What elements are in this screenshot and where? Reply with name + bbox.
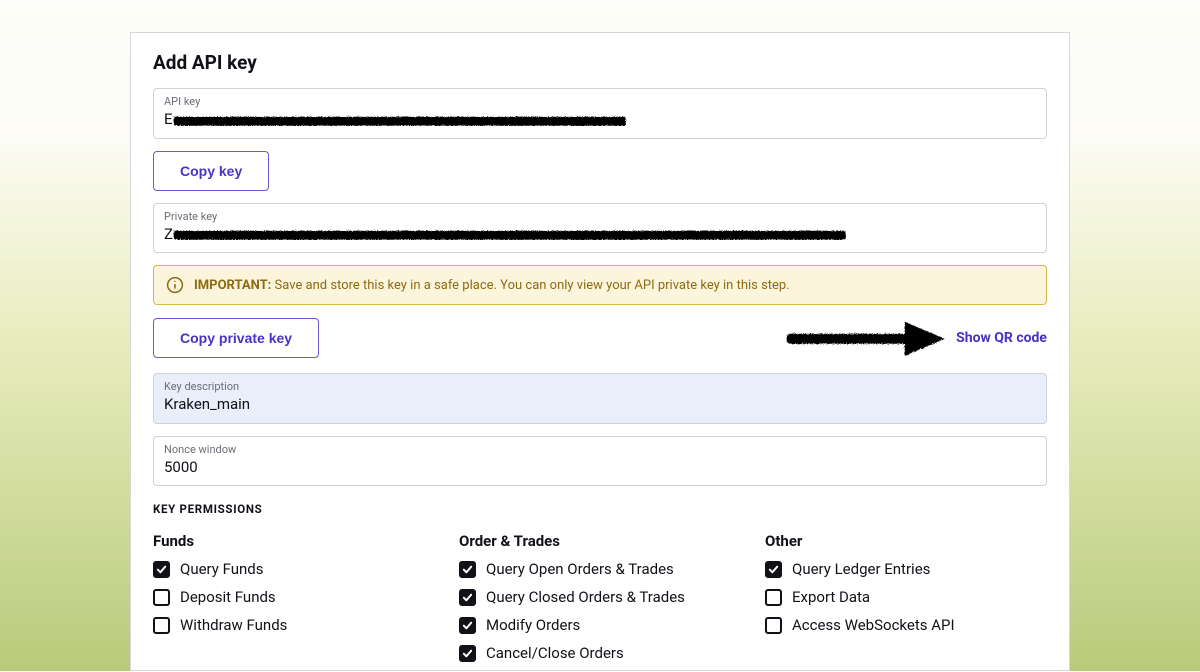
notice-body: Save and store this key in a safe place.… bbox=[275, 278, 790, 293]
permissions-col-funds: Funds Query Funds Deposit Funds Withdraw F… bbox=[153, 532, 435, 672]
permission-label: Cancel/Close Orders bbox=[486, 644, 624, 662]
notice-important: IMPORTANT: bbox=[194, 278, 271, 293]
permission-other-0[interactable]: Query Ledger Entries bbox=[765, 560, 1047, 578]
show-qr-code-link[interactable]: Show QR code bbox=[956, 330, 1047, 346]
permission-label: Deposit Funds bbox=[180, 588, 276, 606]
key-description-value: Kraken_main bbox=[164, 395, 1036, 415]
permission-funds-2[interactable]: Withdraw Funds bbox=[153, 616, 435, 634]
add-api-key-panel: Add API key API key E Copy key Private k… bbox=[130, 32, 1070, 671]
private-key-prefix: Z bbox=[164, 225, 173, 243]
permission-label: Export Data bbox=[792, 588, 870, 606]
other-title: Other bbox=[765, 532, 1047, 550]
nonce-window-value: 5000 bbox=[164, 458, 1036, 478]
checkbox[interactable] bbox=[153, 561, 170, 578]
key-permissions-heading: KEY PERMISSIONS bbox=[153, 502, 1047, 516]
copy-private-key-button[interactable]: Copy private key bbox=[153, 318, 319, 358]
permissions-col-other: Other Query Ledger Entries Export Data Acc… bbox=[765, 532, 1047, 672]
permission-label: Withdraw Funds bbox=[180, 616, 287, 634]
checkbox[interactable] bbox=[459, 561, 476, 578]
arrow-annotation: Show QR code bbox=[786, 317, 1047, 359]
api-key-prefix: E bbox=[164, 110, 173, 128]
checkbox[interactable] bbox=[765, 617, 782, 634]
permission-label: Query Ledger Entries bbox=[792, 560, 930, 578]
funds-title: Funds bbox=[153, 532, 435, 550]
checkbox[interactable] bbox=[153, 589, 170, 606]
permissions-grid: Funds Query Funds Deposit Funds Withdraw F… bbox=[153, 532, 1047, 672]
private-key-label: Private key bbox=[164, 210, 1036, 223]
private-key-field[interactable]: Private key Z bbox=[153, 203, 1047, 254]
permission-orders-3[interactable]: Cancel/Close Orders bbox=[459, 644, 741, 662]
checkbox[interactable] bbox=[459, 589, 476, 606]
permission-label: Query Open Orders & Trades bbox=[486, 560, 674, 578]
orders-title: Order & Trades bbox=[459, 532, 741, 550]
permission-label: Modify Orders bbox=[486, 616, 580, 634]
api-key-value: E bbox=[164, 110, 1036, 130]
api-key-label: API key bbox=[164, 95, 1036, 108]
checkbox[interactable] bbox=[153, 617, 170, 634]
permission-orders-0[interactable]: Query Open Orders & Trades bbox=[459, 560, 741, 578]
redaction-bar bbox=[173, 230, 845, 239]
permission-funds-0[interactable]: Query Funds bbox=[153, 560, 435, 578]
notice-text: IMPORTANT: Save and store this key in a … bbox=[194, 278, 790, 293]
checkbox[interactable] bbox=[459, 617, 476, 634]
redaction-bar bbox=[173, 116, 625, 125]
permission-label: Query Funds bbox=[180, 560, 263, 578]
checkbox[interactable] bbox=[765, 589, 782, 606]
permission-label: Query Closed Orders & Trades bbox=[486, 588, 685, 606]
copy-key-button[interactable]: Copy key bbox=[153, 151, 269, 191]
page-title: Add API key bbox=[153, 51, 1047, 74]
permission-orders-2[interactable]: Modify Orders bbox=[459, 616, 741, 634]
nonce-window-field[interactable]: Nonce window 5000 bbox=[153, 436, 1047, 487]
checkbox[interactable] bbox=[459, 645, 476, 662]
checkbox[interactable] bbox=[765, 561, 782, 578]
permission-label: Access WebSockets API bbox=[792, 616, 955, 634]
key-description-label: Key description bbox=[164, 380, 1036, 393]
permission-orders-1[interactable]: Query Closed Orders & Trades bbox=[459, 588, 741, 606]
permissions-col-orders: Order & Trades Query Open Orders & Trade… bbox=[459, 532, 741, 672]
arrow-icon bbox=[786, 317, 946, 359]
private-key-value: Z bbox=[164, 225, 1036, 245]
important-notice: IMPORTANT: Save and store this key in a … bbox=[153, 265, 1047, 305]
key-description-field[interactable]: Key description Kraken_main bbox=[153, 373, 1047, 424]
permission-other-1[interactable]: Export Data bbox=[765, 588, 1047, 606]
permission-funds-1[interactable]: Deposit Funds bbox=[153, 588, 435, 606]
api-key-field[interactable]: API key E bbox=[153, 88, 1047, 139]
info-icon bbox=[166, 276, 184, 294]
permission-other-2[interactable]: Access WebSockets API bbox=[765, 616, 1047, 634]
nonce-window-label: Nonce window bbox=[164, 443, 1036, 456]
